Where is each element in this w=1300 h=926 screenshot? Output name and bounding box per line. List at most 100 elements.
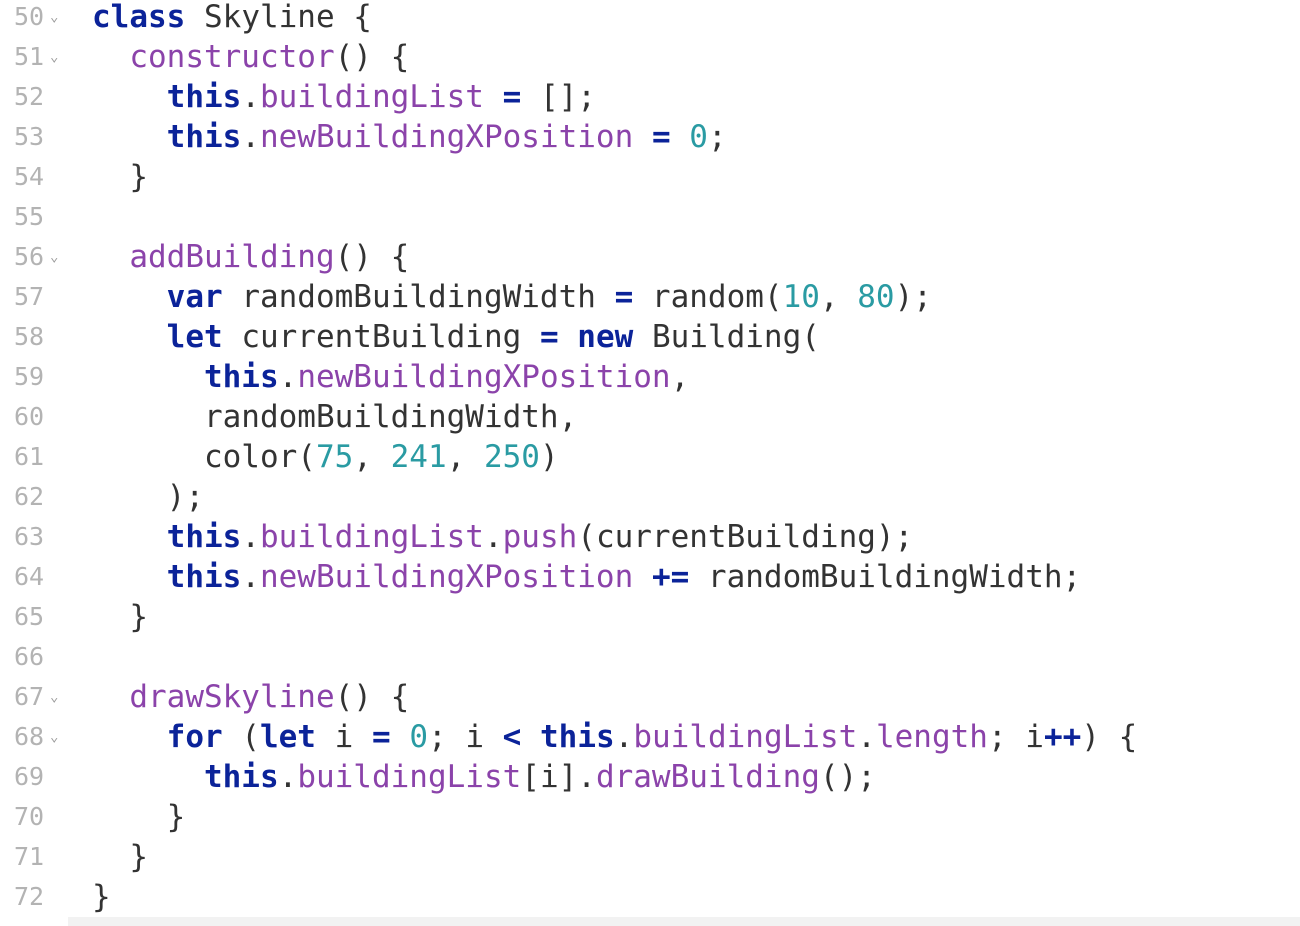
line-gutter: 72 xyxy=(0,877,70,917)
text-token: Skyline { xyxy=(185,0,372,35)
code-line[interactable]: 63 this.buildingList.push(currentBuildin… xyxy=(0,517,1300,557)
text-token: currentBuilding xyxy=(222,319,540,355)
fold-chevron-icon[interactable]: ⌄ xyxy=(50,0,58,37)
code-line[interactable]: 69 this.buildingList[i].drawBuilding(); xyxy=(0,757,1300,797)
line-number: 68 xyxy=(14,722,45,751)
keyword-token: this xyxy=(203,759,279,795)
text-token: . xyxy=(614,719,634,755)
line-gutter: 57 xyxy=(0,277,70,317)
text-token: , xyxy=(819,279,858,315)
fold-chevron-icon[interactable]: ⌄ xyxy=(50,677,58,717)
code-text[interactable]: color(75, 241, 250) xyxy=(92,437,559,477)
code-text[interactable]: addBuilding() { xyxy=(92,237,409,277)
code-text[interactable]: this.buildingList[i].drawBuilding(); xyxy=(92,757,876,797)
property-token: buildingList xyxy=(297,759,522,795)
code-line[interactable]: 60 randomBuildingWidth, xyxy=(0,397,1300,437)
line-gutter: 66 xyxy=(0,637,70,677)
code-text[interactable]: let currentBuilding = new Building( xyxy=(92,317,820,357)
code-line[interactable]: 65 } xyxy=(0,597,1300,637)
text-token: () { xyxy=(334,239,410,275)
code-text[interactable]: randomBuildingWidth, xyxy=(92,397,577,437)
number-token: 80 xyxy=(857,279,895,315)
code-line[interactable]: 53 this.newBuildingXPosition = 0; xyxy=(0,117,1300,157)
code-line[interactable]: 61 color(75, 241, 250) xyxy=(0,437,1300,477)
code-line[interactable]: 66 xyxy=(0,637,1300,677)
code-line[interactable]: 62 ); xyxy=(0,477,1300,517)
property-token: length xyxy=(875,719,988,755)
code-text[interactable]: this.newBuildingXPosition += randomBuild… xyxy=(92,557,1082,597)
text-token: . xyxy=(241,79,260,115)
text-token: , xyxy=(446,439,484,475)
text-token: [i]. xyxy=(521,759,596,795)
text-token: ) { xyxy=(1081,719,1138,755)
line-number: 52 xyxy=(14,82,45,111)
code-editor[interactable]: 50 ⌄ class Skyline {51 ⌄ constructor() {52 … xyxy=(0,0,1300,926)
code-text[interactable]: this.newBuildingXPosition = 0; xyxy=(92,117,727,157)
line-gutter: 61 xyxy=(0,437,70,477)
code-text[interactable]: class Skyline { xyxy=(92,0,372,37)
code-text[interactable]: this.buildingList = []; xyxy=(92,77,596,117)
line-number: 71 xyxy=(14,842,45,871)
text-token: ; xyxy=(707,119,727,155)
number-token: 0 xyxy=(409,719,428,755)
code-line[interactable]: 64 this.newBuildingXPosition += randomBu… xyxy=(0,557,1300,597)
line-gutter: 62 xyxy=(0,477,70,517)
code-line[interactable]: 72} xyxy=(0,877,1300,917)
code-line[interactable]: 58 let currentBuilding = new Building( xyxy=(0,317,1300,357)
fold-chevron-icon[interactable]: ⌄ xyxy=(50,717,58,757)
code-line[interactable]: 68 ⌄ for (let i = 0; i < this.buildingLis… xyxy=(0,717,1300,757)
property-token: newBuildingXPosition xyxy=(297,359,671,395)
horizontal-scrollbar[interactable] xyxy=(68,917,1300,926)
code-text[interactable]: var randomBuildingWidth = random(10, 80)… xyxy=(92,277,932,317)
line-gutter: 59 xyxy=(0,357,70,397)
code-text[interactable]: ); xyxy=(92,477,204,517)
code-text[interactable]: } xyxy=(92,597,148,637)
fold-chevron-icon[interactable]: ⌄ xyxy=(50,37,58,77)
code-line[interactable]: 50 ⌄ class Skyline { xyxy=(0,0,1300,37)
keyword-token: this xyxy=(166,79,242,115)
operator-token: = xyxy=(651,119,671,155)
code-line[interactable]: 56 ⌄ addBuilding() { xyxy=(0,237,1300,277)
code-text[interactable]: constructor() { xyxy=(92,37,409,77)
text-token: . xyxy=(278,759,298,795)
code-text[interactable]: drawSkyline() { xyxy=(92,677,409,717)
code-line[interactable]: 57 var randomBuildingWidth = random(10, … xyxy=(0,277,1300,317)
code-text[interactable]: this.newBuildingXPosition, xyxy=(92,357,689,397)
code-text[interactable]: for (let i = 0; i < this.buildingList.le… xyxy=(92,717,1138,757)
property-token: newBuildingXPosition xyxy=(259,559,634,595)
code-line[interactable]: 51 ⌄ constructor() { xyxy=(0,37,1300,77)
line-number: 54 xyxy=(14,162,45,191)
code-text[interactable]: } xyxy=(92,837,148,877)
code-text[interactable]: } xyxy=(92,797,186,837)
line-number: 60 xyxy=(14,402,45,431)
code-text[interactable]: } xyxy=(92,877,111,917)
line-number: 55 xyxy=(14,202,45,231)
code-line[interactable]: 52 this.buildingList = []; xyxy=(0,77,1300,117)
text-token: } xyxy=(92,879,111,915)
code-line[interactable]: 55 xyxy=(0,197,1300,237)
code-line[interactable]: 59 this.newBuildingXPosition, xyxy=(0,357,1300,397)
keyword-token: var xyxy=(166,279,223,315)
keyword-token: this xyxy=(166,119,242,155)
code-text[interactable]: this.buildingList.push(currentBuilding); xyxy=(92,517,914,557)
code-line[interactable]: 71 } xyxy=(0,837,1300,877)
text-token: } xyxy=(129,159,148,195)
code-line[interactable]: 67 ⌄ drawSkyline() { xyxy=(0,677,1300,717)
fold-chevron-icon[interactable]: ⌄ xyxy=(50,237,58,277)
line-gutter: 50 ⌄ xyxy=(0,0,70,37)
code-text[interactable]: } xyxy=(92,157,148,197)
code-line[interactable]: 54 } xyxy=(0,157,1300,197)
code-line[interactable]: 70 } xyxy=(0,797,1300,837)
